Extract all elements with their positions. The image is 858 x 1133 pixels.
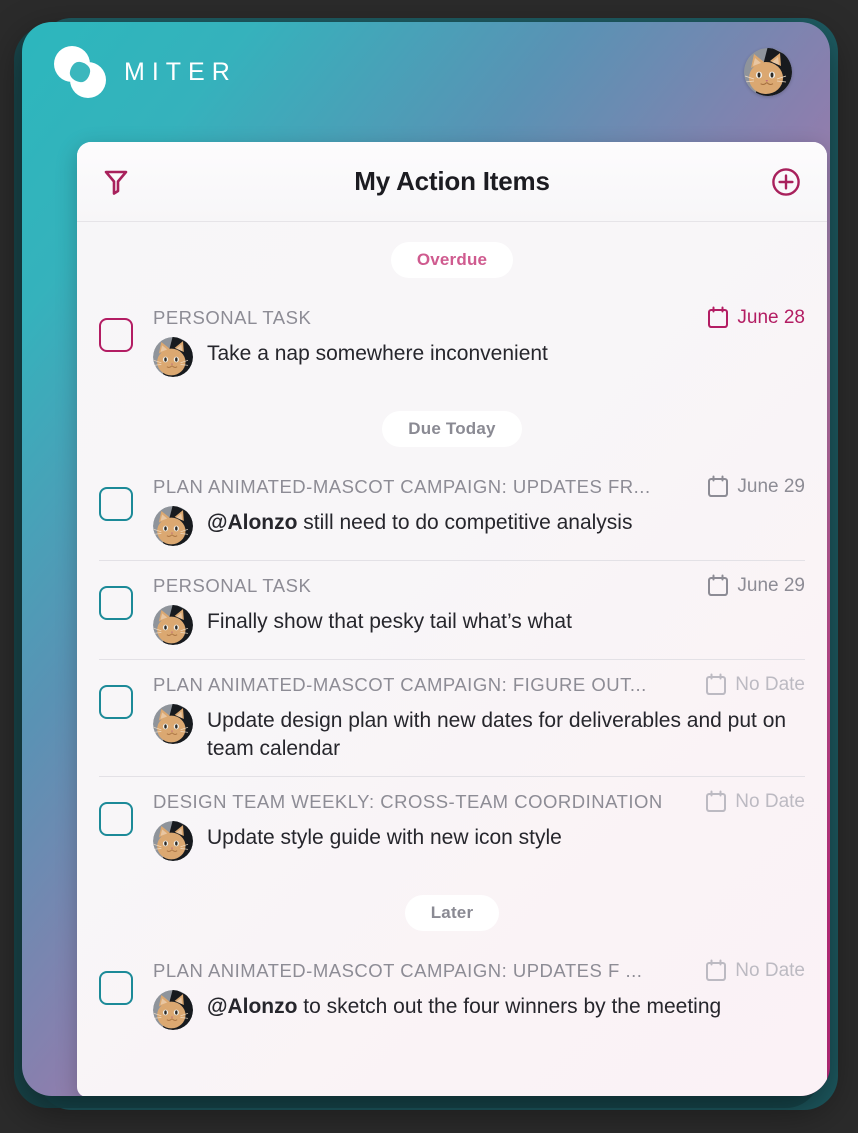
miter-circles-logo-icon <box>54 46 106 98</box>
meeting-name[interactable]: PLAN ANIMATED-MASCOT CAMPAIGN: UPDATES F… <box>153 476 699 498</box>
calendar-icon <box>708 475 729 497</box>
user-avatar-cat-icon <box>153 337 193 377</box>
action-item-row[interactable]: PERSONAL TASK June 29 Finally show that … <box>77 560 827 659</box>
action-item-body: DESIGN TEAM WEEKLY: CROSS-TEAM COORDINAT… <box>153 780 805 862</box>
task-text[interactable]: @Alonzo still need to do competitive ana… <box>207 505 632 537</box>
task-checkbox[interactable] <box>99 586 133 620</box>
user-avatar-cat-icon <box>153 990 193 1031</box>
cat-avatar-art <box>744 48 792 96</box>
calendar-icon <box>706 959 727 982</box>
action-item-meta: PLAN ANIMATED-MASCOT CAMPAIGN: UPDATES F… <box>153 959 805 982</box>
filter-funnel-glyph <box>104 170 128 195</box>
task-text-body: still need to do competitive analysis <box>297 511 633 534</box>
due-date-label: No Date <box>735 959 805 981</box>
meeting-name[interactable]: PERSONAL TASK <box>153 575 699 597</box>
action-item-body: PERSONAL TASK June 28 Take a nap somewhe… <box>153 296 805 377</box>
user-avatar-cat-icon <box>153 704 193 744</box>
app-topbar: MITER <box>22 22 830 122</box>
calendar-icon <box>706 673 727 695</box>
mention-token[interactable]: @Alonzo <box>207 995 297 1018</box>
action-item-row[interactable]: DESIGN TEAM WEEKLY: CROSS-TEAM COORDINAT… <box>77 776 827 875</box>
due-date-label: June 28 <box>737 306 805 328</box>
user-avatar-cat-icon <box>153 821 193 862</box>
brand-logo[interactable]: MITER <box>54 46 237 98</box>
section-header: Overdue <box>77 222 827 292</box>
action-item-body: PLAN ANIMATED-MASCOT CAMPAIGN: FIGURE OU… <box>153 663 805 762</box>
calendar-icon <box>706 790 727 813</box>
task-text[interactable]: Update style guide with new icon style <box>207 820 562 852</box>
due-date-chip[interactable]: June 28 <box>707 306 805 329</box>
due-date-chip[interactable]: No Date <box>705 790 805 813</box>
action-item-meta: PLAN ANIMATED-MASCOT CAMPAIGN: UPDATES F… <box>153 475 805 498</box>
due-date-label: No Date <box>735 790 805 812</box>
task-checkbox[interactable] <box>99 487 133 521</box>
due-date-label: June 29 <box>737 574 805 596</box>
task-text[interactable]: Finally show that pesky tail what’s what <box>207 604 572 636</box>
meeting-name[interactable]: PERSONAL TASK <box>153 307 699 329</box>
brand-wordmark: MITER <box>124 57 237 86</box>
action-item-main: Finally show that pesky tail what’s what <box>153 604 805 645</box>
due-date-chip[interactable]: June 29 <box>707 574 805 597</box>
action-item-body: PERSONAL TASK June 29 Finally show that … <box>153 564 805 645</box>
action-item-meta: PERSONAL TASK June 28 <box>153 306 805 329</box>
action-item-main: @Alonzo still need to do competitive ana… <box>153 505 805 546</box>
assignee-avatar-cat-icon[interactable] <box>153 704 193 744</box>
action-item-body: PLAN ANIMATED-MASCOT CAMPAIGN: UPDATES F… <box>153 465 805 546</box>
action-items-list: Overdue PERSONAL TASK June 28 Take a nap… <box>77 222 827 1044</box>
section-pill-overdue: Overdue <box>390 242 514 278</box>
assignee-avatar-cat-icon[interactable] <box>153 506 193 546</box>
task-text[interactable]: Take a nap somewhere inconvenient <box>207 336 548 368</box>
due-date-chip[interactable]: June 29 <box>707 475 805 498</box>
action-item-meta: PLAN ANIMATED-MASCOT CAMPAIGN: FIGURE OU… <box>153 673 805 696</box>
section-pill-due-today: Due Today <box>382 411 522 447</box>
add-circle-plus-icon[interactable] <box>771 167 801 197</box>
meeting-name[interactable]: DESIGN TEAM WEEKLY: CROSS-TEAM COORDINAT… <box>153 791 697 813</box>
filter-funnel-icon[interactable] <box>103 168 129 195</box>
meeting-name[interactable]: PLAN ANIMATED-MASCOT CAMPAIGN: FIGURE OU… <box>153 674 697 696</box>
action-item-body: PLAN ANIMATED-MASCOT CAMPAIGN: UPDATES F… <box>153 949 805 1031</box>
due-date-chip[interactable]: No Date <box>705 959 805 982</box>
task-checkbox[interactable] <box>99 802 133 837</box>
add-circle-plus-glyph <box>772 167 800 196</box>
action-item-main: Update style guide with new icon style <box>153 820 805 862</box>
action-item-row[interactable]: PERSONAL TASK June 28 Take a nap somewhe… <box>77 292 827 391</box>
task-checkbox[interactable] <box>99 971 133 1006</box>
action-item-meta: PERSONAL TASK June 29 <box>153 574 805 597</box>
action-item-main: Update design plan with new dates for de… <box>153 703 805 762</box>
action-item-main: Take a nap somewhere inconvenient <box>153 336 805 377</box>
section-pill-later: Later <box>404 895 500 932</box>
assignee-avatar-cat-icon[interactable] <box>153 337 193 377</box>
action-item-row[interactable]: PLAN ANIMATED-MASCOT CAMPAIGN: FIGURE OU… <box>77 659 827 776</box>
due-date-label: No Date <box>735 673 805 695</box>
action-item-meta: DESIGN TEAM WEEKLY: CROSS-TEAM COORDINAT… <box>153 790 805 813</box>
task-text-body: to sketch out the four winners by the me… <box>297 995 722 1019</box>
app-window: MITER My Action Items Overdue PERSONAL T… <box>22 22 830 1096</box>
calendar-icon <box>708 574 729 596</box>
meeting-name[interactable]: PLAN ANIMATED-MASCOT CAMPAIGN: UPDATES F… <box>153 960 697 982</box>
action-item-row[interactable]: PLAN ANIMATED-MASCOT CAMPAIGN: UPDATES F… <box>77 945 827 1044</box>
action-item-row[interactable]: PLAN ANIMATED-MASCOT CAMPAIGN: UPDATES F… <box>77 461 827 560</box>
card-header: My Action Items <box>77 142 827 222</box>
due-date-label: June 29 <box>737 475 805 497</box>
calendar-icon <box>708 306 729 328</box>
task-text[interactable]: @Alonzo to sketch out the four winners b… <box>207 989 721 1021</box>
page-title: My Action Items <box>354 166 550 196</box>
mention-token[interactable]: @Alonzo <box>207 511 297 534</box>
action-items-card: My Action Items Overdue PERSONAL TASK Jun… <box>77 142 827 1096</box>
task-text[interactable]: Update design plan with new dates for de… <box>207 703 805 762</box>
section-header: Due Today <box>77 391 827 461</box>
user-avatar-cat-icon <box>153 506 193 546</box>
assignee-avatar-cat-icon[interactable] <box>153 990 193 1031</box>
assignee-avatar-cat-icon[interactable] <box>153 821 193 862</box>
user-avatar-cat-icon <box>153 605 193 645</box>
assignee-avatar-cat-icon[interactable] <box>153 605 193 645</box>
due-date-chip[interactable]: No Date <box>705 673 805 696</box>
action-item-main: @Alonzo to sketch out the four winners b… <box>153 989 805 1031</box>
user-avatar-cat-icon[interactable] <box>744 48 792 96</box>
section-header: Later <box>77 875 827 945</box>
task-checkbox[interactable] <box>99 685 133 719</box>
task-checkbox[interactable] <box>99 318 133 352</box>
